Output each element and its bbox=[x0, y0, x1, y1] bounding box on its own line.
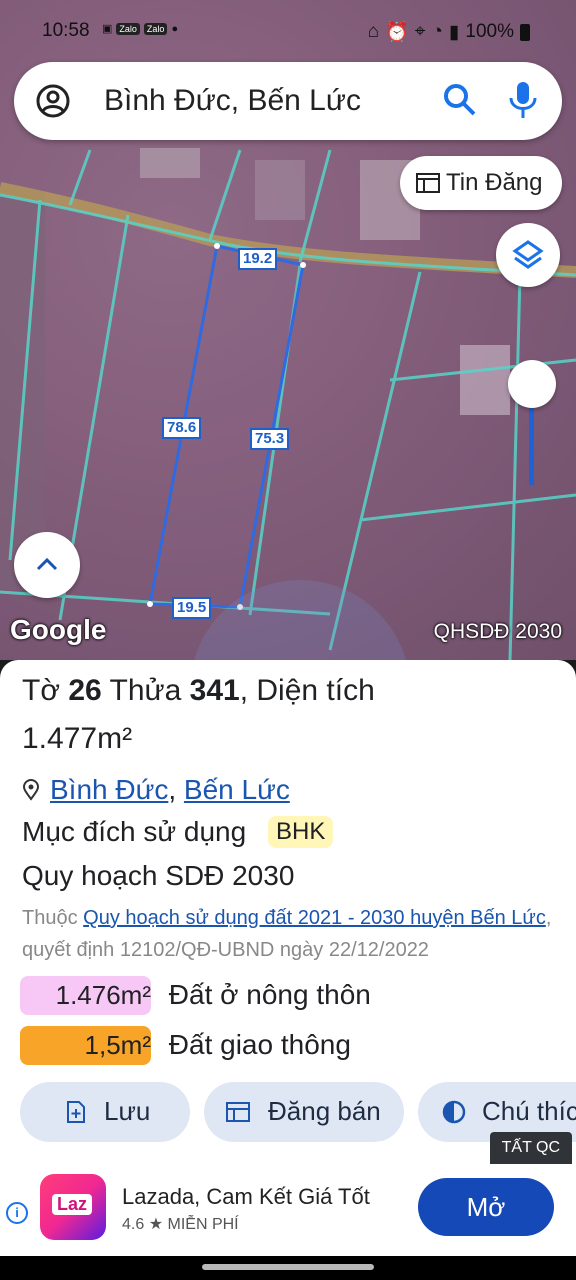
save-label: Lưu bbox=[104, 1096, 151, 1126]
gallery-icon: ▣ bbox=[102, 23, 113, 35]
location-separator: , bbox=[168, 774, 177, 805]
plan-title: Quy hoạch SDĐ 2030 bbox=[22, 860, 295, 891]
chevron-up-icon bbox=[36, 557, 58, 571]
alarm-icon: ⏰ bbox=[385, 22, 409, 43]
land-use-area-chip: 1,5m² bbox=[20, 1026, 151, 1065]
account-icon[interactable] bbox=[36, 84, 70, 118]
land-use-row-2: 1,5m² Đất giao thông bbox=[20, 1026, 351, 1065]
search-input[interactable]: Bình Đức, Bến Lức bbox=[104, 84, 361, 118]
plot-label: Thửa bbox=[109, 674, 182, 707]
microphone-icon[interactable] bbox=[508, 80, 538, 120]
legend-label: Chú thích bbox=[482, 1096, 576, 1126]
measure-bottom: 19.5 bbox=[172, 597, 212, 619]
status-bar: 10:58 ▣ Zalo Zalo ● ⌂ ⏰ ⌖ ◔ ▮ 100% bbox=[0, 0, 576, 60]
system-nav-bar bbox=[0, 1256, 576, 1280]
status-time: 10:58 bbox=[42, 20, 90, 41]
battery-text: 100% bbox=[465, 21, 514, 42]
plan-link[interactable]: Quy hoạch sử dụng đất 2021 - 2030 huyện … bbox=[83, 907, 546, 929]
logo-text: Laz bbox=[52, 1194, 93, 1215]
land-purpose: Mục đích sử dụng BHK bbox=[22, 816, 334, 848]
listing-icon bbox=[416, 173, 440, 193]
close-ad-button[interactable]: TẤT QC bbox=[489, 1132, 572, 1164]
search-icon[interactable] bbox=[442, 82, 478, 118]
tin-dang-button[interactable]: Tin Đăng bbox=[400, 156, 562, 210]
parcel-location: Bình Đức, Bến Lức bbox=[22, 774, 290, 806]
area-label: , Diện tích bbox=[239, 674, 375, 707]
home-gesture-bar[interactable] bbox=[202, 1264, 374, 1270]
ad-title: Lazada, Cam Kết Giá Tốt bbox=[122, 1184, 370, 1209]
zalo-icon-2: Zalo bbox=[143, 22, 168, 35]
commune-link[interactable]: Bình Đức bbox=[50, 774, 168, 805]
ad-info-icon[interactable]: i bbox=[6, 1202, 28, 1224]
wifi-icon: ◔ bbox=[431, 21, 443, 42]
plot-number: 341 bbox=[189, 674, 240, 707]
ad-price: MIỄN PHÍ bbox=[167, 1216, 239, 1233]
opacity-slider-track[interactable] bbox=[529, 395, 534, 485]
district-link[interactable]: Bến Lức bbox=[184, 774, 290, 805]
lazada-logo: Laz bbox=[40, 1174, 106, 1240]
tin-dang-label: Tin Đăng bbox=[446, 169, 543, 196]
measure-right: 75.3 bbox=[250, 428, 290, 450]
opacity-slider-handle[interactable] bbox=[508, 360, 556, 408]
zalo-icon: Zalo bbox=[116, 22, 140, 35]
layers-button[interactable] bbox=[496, 223, 560, 287]
open-button[interactable]: Mở bbox=[418, 1178, 554, 1236]
measure-top: 19.2 bbox=[238, 248, 278, 270]
status-right: ⌂ ⏰ ⌖ ◔ ▮ 100% bbox=[368, 20, 530, 44]
listing-icon bbox=[226, 1102, 250, 1122]
land-use-area-chip: 1.476m² bbox=[20, 976, 151, 1015]
ad-banner[interactable]: i Laz Lazada, Cam Kết Giá Tốt 4.6 ★ MIỄN… bbox=[0, 1166, 576, 1256]
layers-icon bbox=[512, 240, 544, 269]
post-sale-label: Đăng bán bbox=[268, 1096, 381, 1126]
plan-description: Thuộc Quy hoạch sử dụng đất 2021 - 2030 … bbox=[22, 902, 566, 966]
measure-left: 78.6 bbox=[162, 417, 202, 439]
sheet-label: Tờ bbox=[22, 674, 60, 707]
parcel-title: Tờ 26 Thửa 341, Diện tích bbox=[22, 674, 375, 708]
parcel-area: 1.477m² bbox=[22, 722, 133, 755]
ad-rating: 4.6 bbox=[122, 1216, 145, 1233]
battery-icon bbox=[520, 23, 530, 41]
google-logo: Google bbox=[10, 614, 107, 645]
land-use-row-1: 1.476m² Đất ở nông thôn bbox=[20, 976, 371, 1015]
save-button[interactable]: Lưu bbox=[20, 1082, 190, 1142]
ad-meta: 4.6 ★ MIỄN PHÍ bbox=[122, 1214, 239, 1234]
expand-sheet-button[interactable] bbox=[14, 532, 80, 598]
land-use-label: Đất giao thông bbox=[168, 1029, 351, 1060]
sheet-number: 26 bbox=[68, 674, 102, 707]
notification-icons: ▣ Zalo Zalo ● bbox=[102, 22, 178, 35]
purpose-badge: BHK bbox=[267, 816, 334, 848]
land-use-label: Đất ở nông thôn bbox=[168, 979, 371, 1010]
post-sale-button[interactable]: Đăng bán bbox=[204, 1082, 404, 1142]
purpose-label: Mục đích sử dụng bbox=[22, 816, 247, 847]
add-file-icon bbox=[67, 1101, 85, 1123]
overlay-label: QHSDĐ 2030 bbox=[433, 620, 562, 643]
location-icon: ⌖ bbox=[414, 21, 426, 42]
lock-icon: ⌂ bbox=[367, 21, 380, 42]
dot-icon: ● bbox=[171, 22, 179, 35]
star-icon: ★ bbox=[148, 1216, 164, 1233]
desc-prefix: Thuộc bbox=[22, 907, 78, 929]
search-bar[interactable]: Bình Đức, Bến Lức bbox=[14, 62, 562, 140]
location-pin-icon bbox=[22, 779, 40, 801]
contrast-icon bbox=[442, 1100, 466, 1124]
signal-icon: ▮ bbox=[448, 21, 460, 43]
